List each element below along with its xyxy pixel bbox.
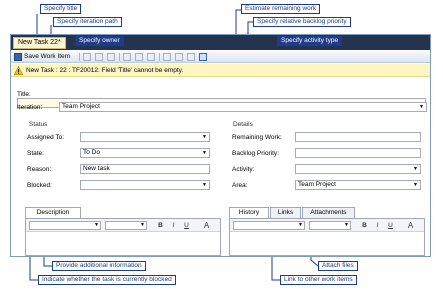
toolbar-separator	[159, 53, 160, 61]
backlog-priority-field[interactable]	[295, 148, 421, 158]
activity-label: Activity:	[232, 166, 255, 173]
dropdown-arrow-icon: ▼	[202, 134, 207, 140]
callout-link-items: Link to other work items	[280, 275, 357, 285]
callout-specify-iteration: Specify iteration path	[53, 17, 122, 27]
callout-provide-info: Provide additional information	[52, 261, 146, 271]
iteration-label: Iteration:	[17, 104, 43, 111]
rich-text-toolbar: ▼ ▼ B I U A	[26, 219, 220, 232]
callout-specify-priority: Specify relative backlog priority	[253, 17, 351, 27]
toolbar-button[interactable]	[83, 53, 91, 61]
dropdown-arrow-icon: ▼	[413, 182, 418, 188]
font-color-button[interactable]: A	[406, 221, 415, 230]
callout-specify-activity: Specify activity type	[277, 36, 343, 46]
dropdown-arrow-icon: ▼	[344, 222, 349, 228]
warning-icon	[14, 66, 23, 75]
dropdown-arrow-icon: ▼	[202, 182, 207, 188]
area-value: Team Project	[298, 181, 336, 188]
state-value: To Do	[83, 149, 100, 156]
callout-specify-owner: Specify owner	[75, 36, 124, 46]
reason-value: New task	[83, 165, 110, 172]
document-tab[interactable]: New Task 22*	[13, 37, 66, 49]
font-size-select[interactable]: ▼	[105, 221, 147, 230]
callout-estimate-remaining: Estimate remaining work	[241, 4, 321, 14]
reason-label: Reason:	[27, 166, 52, 173]
toolbar: Save Work Item	[11, 51, 430, 63]
dropdown-arrow-icon: ▼	[413, 166, 418, 172]
toolbar-button[interactable]	[147, 53, 155, 61]
toolbar-separator	[79, 53, 80, 61]
reason-select[interactable]: New task	[80, 164, 210, 174]
callout-indicate-blocked: Indicate whether the task is currently b…	[38, 275, 176, 285]
dropdown-arrow-icon: ▼	[202, 150, 207, 156]
dropdown-arrow-icon: ▼	[94, 222, 99, 228]
title-bar: New Task 22* ✕	[11, 35, 430, 50]
toolbar-button[interactable]	[95, 53, 103, 61]
blocked-label: Blocked:	[27, 182, 52, 189]
refresh-button[interactable]	[199, 53, 207, 61]
description-panel[interactable]: ▼ ▼ B I U A	[25, 218, 221, 256]
state-label: State:	[27, 150, 44, 157]
activity-select[interactable]: ▼	[295, 164, 421, 174]
rich-text-toolbar: ▼ ▼ B I U A	[230, 219, 424, 232]
area-label: Area:	[232, 182, 248, 189]
callout-specify-title: Specify title	[40, 4, 82, 14]
font-name-select[interactable]: ▼	[233, 221, 305, 230]
bold-button[interactable]: B	[360, 221, 369, 230]
work-item-window: New Task 22* ✕ Save Work Item New Task :…	[10, 34, 431, 257]
validation-warning-bar: New Task : 22 : TF20012: Field 'Title' c…	[11, 64, 430, 77]
iteration-select[interactable]: Team Project ▼	[59, 102, 427, 112]
history-panel[interactable]: ▼ ▼ B I U A	[229, 218, 425, 256]
dropdown-arrow-icon: ▼	[419, 104, 424, 110]
callout-attach-files: Attach files	[318, 261, 358, 271]
remaining-work-field[interactable]	[295, 132, 421, 142]
backlog-priority-label: Backlog Priority:	[232, 150, 279, 157]
assigned-to-label: Assigned To:	[27, 134, 65, 141]
blocked-select[interactable]: ▼	[80, 180, 210, 190]
iteration-value: Team Project	[62, 103, 100, 110]
toolbar-button[interactable]	[187, 53, 195, 61]
details-group-title: Details	[233, 121, 253, 128]
toolbar-separator	[119, 53, 120, 61]
toolbar-button[interactable]	[175, 53, 183, 61]
warning-message: New Task : 22 : TF20012: Field 'Title' c…	[26, 67, 184, 74]
toolbar-button[interactable]	[107, 53, 115, 61]
italic-button[interactable]: I	[169, 221, 178, 230]
dropdown-arrow-icon: ▼	[140, 222, 145, 228]
assigned-to-select[interactable]: ▼	[80, 132, 210, 142]
toolbar-button[interactable]	[163, 53, 171, 61]
toolbar-button[interactable]	[123, 53, 131, 61]
save-work-item-button[interactable]: Save Work Item	[24, 53, 70, 61]
underline-button[interactable]: U	[386, 221, 395, 230]
area-select[interactable]: Team Project ▼	[295, 180, 421, 190]
italic-button[interactable]: I	[373, 221, 382, 230]
remaining-work-label: Remaining Work:	[232, 134, 282, 141]
bold-button[interactable]: B	[156, 221, 165, 230]
font-color-button[interactable]: A	[202, 221, 211, 230]
font-name-select[interactable]: ▼	[29, 221, 101, 230]
dropdown-arrow-icon: ▼	[298, 222, 303, 228]
save-icon[interactable]	[14, 53, 22, 61]
font-size-select[interactable]: ▼	[309, 221, 351, 230]
underline-button[interactable]: U	[182, 221, 191, 230]
status-group-title: Status	[29, 121, 48, 128]
state-select[interactable]: To Do ▼	[80, 148, 210, 158]
toolbar-button[interactable]	[135, 53, 143, 61]
